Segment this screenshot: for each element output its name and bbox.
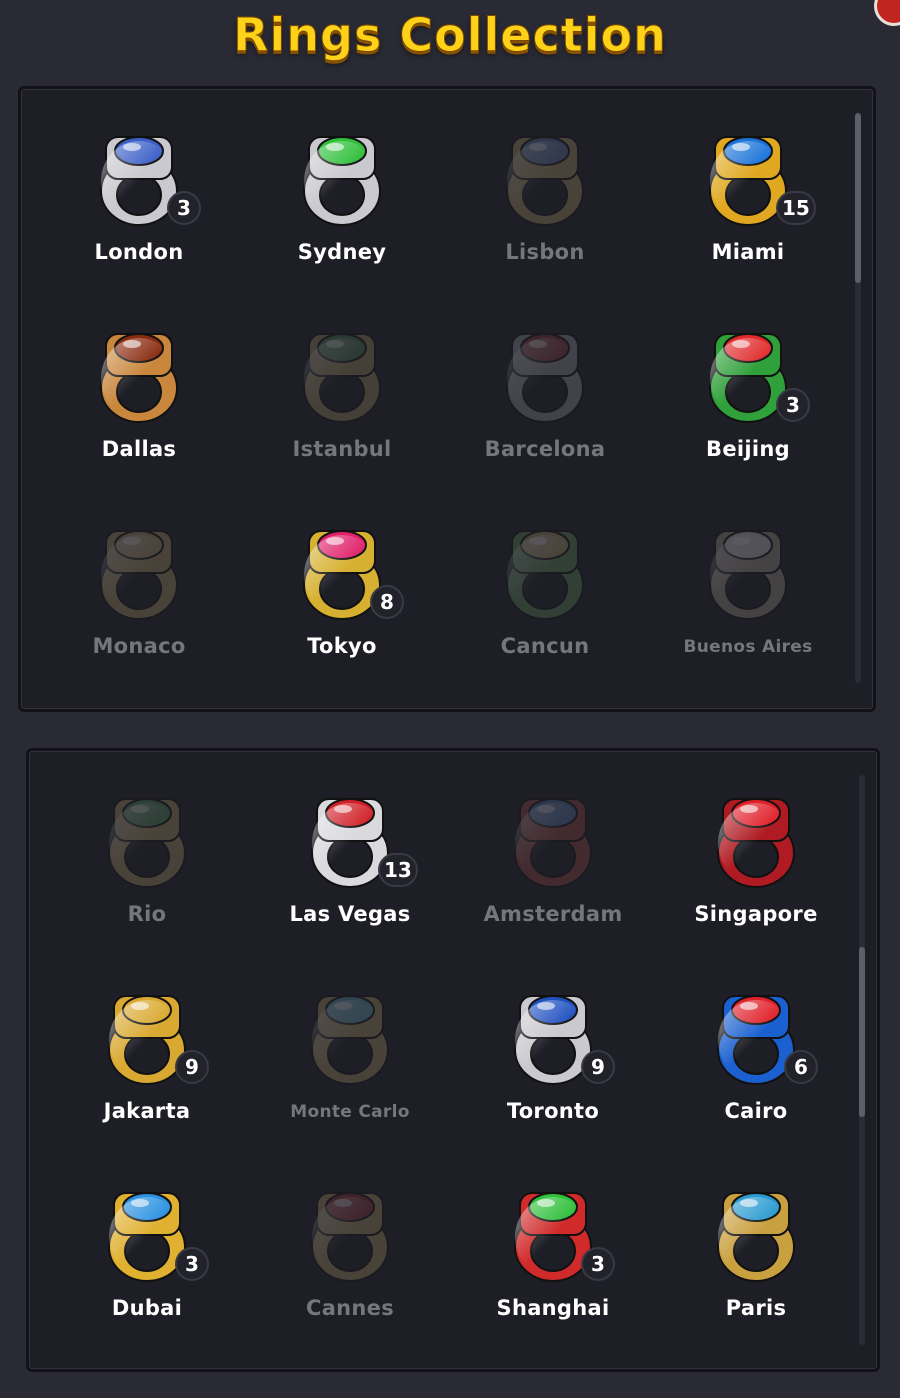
- ring-name: Dallas: [101, 437, 177, 461]
- ring-card-dallas[interactable]: Dallas: [39, 300, 239, 490]
- ring-card-lisbon[interactable]: Lisbon: [445, 103, 645, 293]
- ring-card-tokyo[interactable]: 8 Tokyo: [242, 497, 442, 687]
- ring-count-badge: 6: [784, 1050, 818, 1084]
- scrollbar-thumb[interactable]: [855, 113, 861, 283]
- ring-count-badge: 15: [776, 191, 816, 225]
- ring-name: Paris: [725, 1296, 787, 1320]
- scrollbar-thumb[interactable]: [859, 947, 865, 1117]
- ring-name: Lisbon: [505, 240, 585, 264]
- ring-card-jakarta[interactable]: 9 Jakarta: [47, 962, 247, 1152]
- ring-card-amsterdam[interactable]: Amsterdam: [453, 765, 653, 955]
- scrollbar[interactable]: [859, 775, 865, 1345]
- ring-icon: [84, 318, 194, 428]
- ring-icon: [701, 1177, 811, 1287]
- ring-name: Dubai: [111, 1296, 183, 1320]
- scrollbar[interactable]: [855, 113, 861, 683]
- ring-count-badge: 13: [378, 853, 418, 887]
- ring-card-istanbul[interactable]: Istanbul: [242, 300, 442, 490]
- ring-icon: [701, 783, 811, 893]
- ring-count-badge: 3: [175, 1247, 209, 1281]
- ring-name: Singapore: [694, 902, 818, 926]
- ring-name: Miami: [711, 240, 785, 264]
- ring-name: Cairo: [724, 1099, 788, 1123]
- ring-card-london[interactable]: 3 London: [39, 103, 239, 293]
- ring-card-shanghai[interactable]: 3 Shanghai: [453, 1159, 653, 1349]
- ring-card-las-vegas[interactable]: 13 Las Vegas: [250, 765, 450, 955]
- ring-icon: [498, 783, 608, 893]
- ring-name: Istanbul: [292, 437, 392, 461]
- ring-name: Barcelona: [484, 437, 606, 461]
- ring-card-beijing[interactable]: 3 Beijing: [648, 300, 848, 490]
- ring-count-badge: 3: [167, 191, 201, 225]
- ring-icon: [84, 515, 194, 625]
- rings-grid: Rio 13 Las Vegas Amsterdam Singapore 9 Jakarta…: [29, 751, 877, 1369]
- ring-icon: [287, 121, 397, 231]
- ring-name: Cancun: [500, 634, 590, 658]
- ring-name: Monaco: [92, 634, 186, 658]
- ring-count-badge: 3: [776, 388, 810, 422]
- ring-icon: [490, 121, 600, 231]
- ring-name: Amsterdam: [483, 902, 623, 926]
- rings-panel-bottom: Rio 13 Las Vegas Amsterdam Singapore 9 Jakarta…: [26, 748, 880, 1372]
- ring-card-barcelona[interactable]: Barcelona: [445, 300, 645, 490]
- ring-card-sydney[interactable]: Sydney: [242, 103, 442, 293]
- rings-grid: 3 London Sydney Lisbon 15 Miami Dallas Istanbul…: [21, 89, 873, 709]
- ring-icon: [287, 318, 397, 428]
- ring-name: Monte Carlo: [290, 1102, 410, 1122]
- ring-icon: [693, 515, 803, 625]
- ring-name: London: [94, 240, 184, 264]
- ring-card-singapore[interactable]: Singapore: [656, 765, 856, 955]
- ring-name: Jakarta: [103, 1099, 191, 1123]
- ring-count-badge: 9: [581, 1050, 615, 1084]
- ring-name: Buenos Aires: [683, 637, 813, 657]
- ring-icon: [295, 980, 405, 1090]
- ring-card-toronto[interactable]: 9 Toronto: [453, 962, 653, 1152]
- ring-count-badge: 8: [370, 585, 404, 619]
- ring-icon: [92, 783, 202, 893]
- ring-card-monte-carlo[interactable]: Monte Carlo: [250, 962, 450, 1152]
- ring-name: Beijing: [706, 437, 790, 461]
- ring-icon: [295, 1177, 405, 1287]
- ring-card-cairo[interactable]: 6 Cairo: [656, 962, 856, 1152]
- ring-icon: [490, 318, 600, 428]
- ring-card-cancun[interactable]: Cancun: [445, 497, 645, 687]
- ring-card-paris[interactable]: Paris: [656, 1159, 856, 1349]
- rings-panel-top: 3 London Sydney Lisbon 15 Miami Dallas Istanbul…: [18, 86, 876, 712]
- ring-card-cannes[interactable]: Cannes: [250, 1159, 450, 1349]
- ring-name: Tokyo: [307, 634, 377, 658]
- ring-name: Las Vegas: [289, 902, 411, 926]
- ring-card-buenos-aires[interactable]: Buenos Aires: [648, 497, 848, 687]
- ring-card-monaco[interactable]: Monaco: [39, 497, 239, 687]
- ring-name: Sydney: [297, 240, 387, 264]
- ring-icon: [490, 515, 600, 625]
- page-title: Rings Collection: [233, 8, 667, 63]
- ring-count-badge: 3: [581, 1247, 615, 1281]
- ring-card-rio[interactable]: Rio: [47, 765, 247, 955]
- ring-name: Cannes: [305, 1296, 395, 1320]
- ring-name: Rio: [127, 902, 167, 926]
- ring-count-badge: 9: [175, 1050, 209, 1084]
- ring-name: Shanghai: [496, 1296, 610, 1320]
- ring-card-miami[interactable]: 15 Miami: [648, 103, 848, 293]
- ring-name: Toronto: [506, 1099, 600, 1123]
- ring-card-dubai[interactable]: 3 Dubai: [47, 1159, 247, 1349]
